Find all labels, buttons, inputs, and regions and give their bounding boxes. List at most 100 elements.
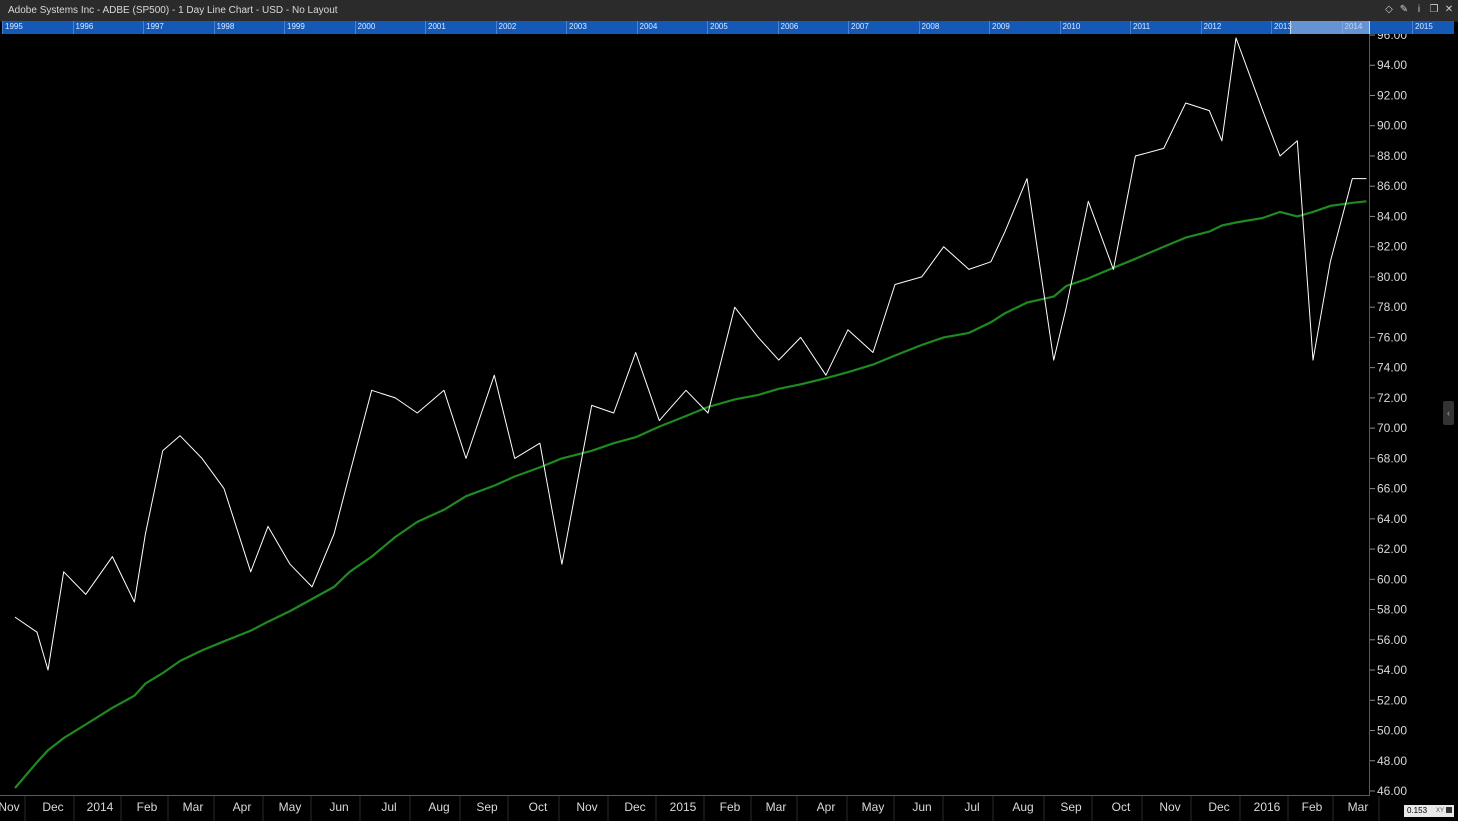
y-tick-label: 56.00 <box>1377 633 1407 647</box>
overview-range-selector[interactable] <box>1290 21 1370 34</box>
overview-tick <box>1412 21 1413 34</box>
overview-tick <box>425 21 426 34</box>
overview-year-label: 1998 <box>216 22 235 31</box>
overview-tick <box>848 21 849 34</box>
overview-tick <box>1059 21 1061 34</box>
overview-year-label: 1996 <box>75 22 94 31</box>
overview-tick <box>1200 21 1202 34</box>
y-tick-label: 66.00 <box>1377 482 1407 496</box>
overview-year-label: 2009 <box>992 22 1010 31</box>
overview-tick <box>284 21 285 34</box>
overview-year-label: 2011 <box>1133 22 1151 31</box>
y-tick-label: 54.00 <box>1377 663 1407 677</box>
overview-tick <box>1271 21 1272 34</box>
overview-year-label: 2015 <box>1415 22 1433 31</box>
y-tick-label: 88.00 <box>1377 149 1407 163</box>
overview-tick <box>777 21 779 34</box>
overview-year-label: 2003 <box>569 22 587 31</box>
overview-year-label: 2006 <box>780 22 799 31</box>
y-tick-label: 58.00 <box>1377 603 1407 617</box>
diamond-icon[interactable]: ◇ <box>1384 3 1394 16</box>
overview-year-label: 2012 <box>1203 22 1222 31</box>
overview-tick <box>1130 21 1131 34</box>
x-tick-label: Mar <box>183 800 204 814</box>
y-tick-label: 90.00 <box>1377 119 1407 133</box>
x-tick-label: Oct <box>1112 800 1131 814</box>
x-tick-label: Mar <box>766 800 787 814</box>
close-icon[interactable]: ✕ <box>1444 3 1454 16</box>
x-tick-label: May <box>862 800 885 814</box>
overview-tick <box>495 21 497 34</box>
y-tick-label: 60.00 <box>1377 572 1407 586</box>
restore-icon[interactable]: ❐ <box>1429 3 1439 16</box>
overview-tick <box>918 21 920 34</box>
scale-readout[interactable]: 0.153 XY <box>1404 805 1454 817</box>
x-tick-label: Jul <box>381 800 396 814</box>
x-tick-label: Oct <box>529 800 548 814</box>
y-tick-label: 86.00 <box>1377 179 1407 193</box>
scale-mode-label: XY <box>1436 808 1445 814</box>
x-tick-label: Sep <box>1060 800 1082 814</box>
x-tick-label: Aug <box>1012 800 1033 814</box>
price-chart[interactable]: 46.00 48.00 50.00 52.00 54.00 56.00 58.00 60.00… <box>0 34 1458 821</box>
overview-year-label: 2005 <box>710 22 728 31</box>
x-tick-label: Dec <box>624 800 645 814</box>
x-tick-label: Dec <box>42 800 63 814</box>
y-tick-label: 48.00 <box>1377 754 1407 768</box>
overview-navigator[interactable]: 1995 1996 1997 1998 1999 2000 2001 2002 2003 2004… <box>2 21 1454 34</box>
overview-tick <box>636 21 638 34</box>
overview-year-label: 2010 <box>1062 22 1081 31</box>
y-tick-label: 62.00 <box>1377 542 1407 556</box>
chart-collapse-handle[interactable]: ‹ <box>1443 401 1454 425</box>
pin-icon[interactable]: ✎ <box>1399 3 1409 16</box>
x-tick-label: Jun <box>329 800 348 814</box>
y-tick-label: 94.00 <box>1377 58 1407 72</box>
y-tick-label: 46.00 <box>1377 784 1407 798</box>
info-icon[interactable]: i <box>1414 3 1424 16</box>
overview-year-label: 2002 <box>498 22 517 31</box>
x-tick-label: Dec <box>1208 800 1229 814</box>
overview-year-label: 2004 <box>639 22 658 31</box>
x-tick-label: May <box>279 800 302 814</box>
overview-tick <box>707 21 708 34</box>
overview-year-label: 2001 <box>428 22 446 31</box>
x-tick-label: Aug <box>428 800 449 814</box>
y-tick-label: 50.00 <box>1377 724 1407 738</box>
y-tick-label: 68.00 <box>1377 451 1407 465</box>
x-tick-label: Jun <box>912 800 931 814</box>
x-tick-label: Nov <box>1159 800 1180 814</box>
x-tick-label: 2016 <box>1254 800 1281 814</box>
x-tick-label: Apr <box>817 800 836 814</box>
y-tick-label: 64.00 <box>1377 512 1407 526</box>
overview-year-label: 1999 <box>287 22 305 31</box>
x-tick-label: Feb <box>720 800 741 814</box>
overview-tick <box>72 21 74 34</box>
window-controls: ◇ ✎ i ❐ ✕ <box>1384 3 1454 16</box>
y-tick-label: 82.00 <box>1377 240 1407 254</box>
overview-tick <box>213 21 215 34</box>
overview-year-label: 1997 <box>146 22 164 31</box>
overview-tick <box>354 21 356 34</box>
x-tick-label: 2014 <box>87 800 114 814</box>
y-tick-label: 76.00 <box>1377 330 1407 344</box>
x-tick-label: Feb <box>1302 800 1323 814</box>
x-tick-label: Feb <box>137 800 158 814</box>
x-tick-label: Nov <box>0 800 20 814</box>
window-titlebar: Adobe Systems Inc - ADBE (SP500) - 1 Day… <box>0 0 1458 22</box>
x-tick-label: Apr <box>233 800 252 814</box>
y-tick-label: 70.00 <box>1377 421 1407 435</box>
overview-tick <box>143 21 144 34</box>
y-tick-label: 72.00 <box>1377 391 1407 405</box>
x-tick-label: Mar <box>1348 800 1369 814</box>
x-tick-label: Sep <box>476 800 498 814</box>
overview-year-label: 2007 <box>851 22 869 31</box>
y-tick-label: 96.00 <box>1377 34 1407 42</box>
scale-value: 0.153 <box>1407 806 1428 815</box>
lock-icon[interactable] <box>1446 807 1452 813</box>
window-title: Adobe Systems Inc - ADBE (SP500) - 1 Day… <box>8 5 338 16</box>
plot-background <box>0 34 1458 821</box>
x-tick-label: 2015 <box>670 800 697 814</box>
overview-year-label: 1995 <box>5 22 23 31</box>
overview-tick <box>2 21 3 34</box>
overview-year-label: 2000 <box>357 22 376 31</box>
